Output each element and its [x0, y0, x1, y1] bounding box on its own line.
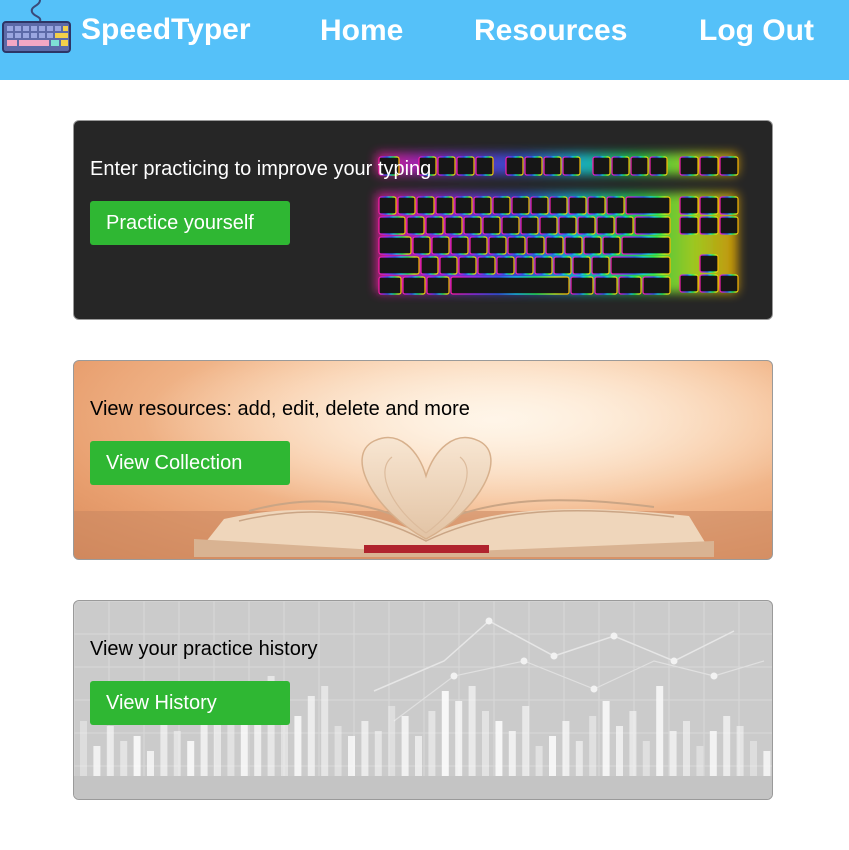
practice-card: Enter practicing to improve your typing … — [73, 120, 773, 320]
history-card-text: View your practice history — [90, 638, 318, 660]
keyboard-icon[interactable] — [2, 0, 72, 60]
view-history-button[interactable]: View History — [90, 681, 290, 725]
nav-resources-link[interactable]: Resources — [474, 13, 627, 49]
resources-card-text: View resources: add, edit, delete and mo… — [90, 398, 470, 420]
nav-home-link[interactable]: Home — [320, 13, 403, 49]
view-collection-button[interactable]: View Collection — [90, 441, 290, 485]
brand-link[interactable]: SpeedTyper — [81, 12, 251, 48]
practice-card-text: Enter practicing to improve your typing — [90, 158, 432, 180]
navbar: SpeedTyper Home Resources Log Out — [0, 0, 849, 80]
nav-logout-link[interactable]: Log Out — [699, 13, 814, 49]
practice-yourself-button[interactable]: Practice yourself — [90, 201, 290, 245]
history-card: View your practice history View History — [73, 600, 773, 800]
resources-card: View resources: add, edit, delete and mo… — [73, 360, 773, 560]
